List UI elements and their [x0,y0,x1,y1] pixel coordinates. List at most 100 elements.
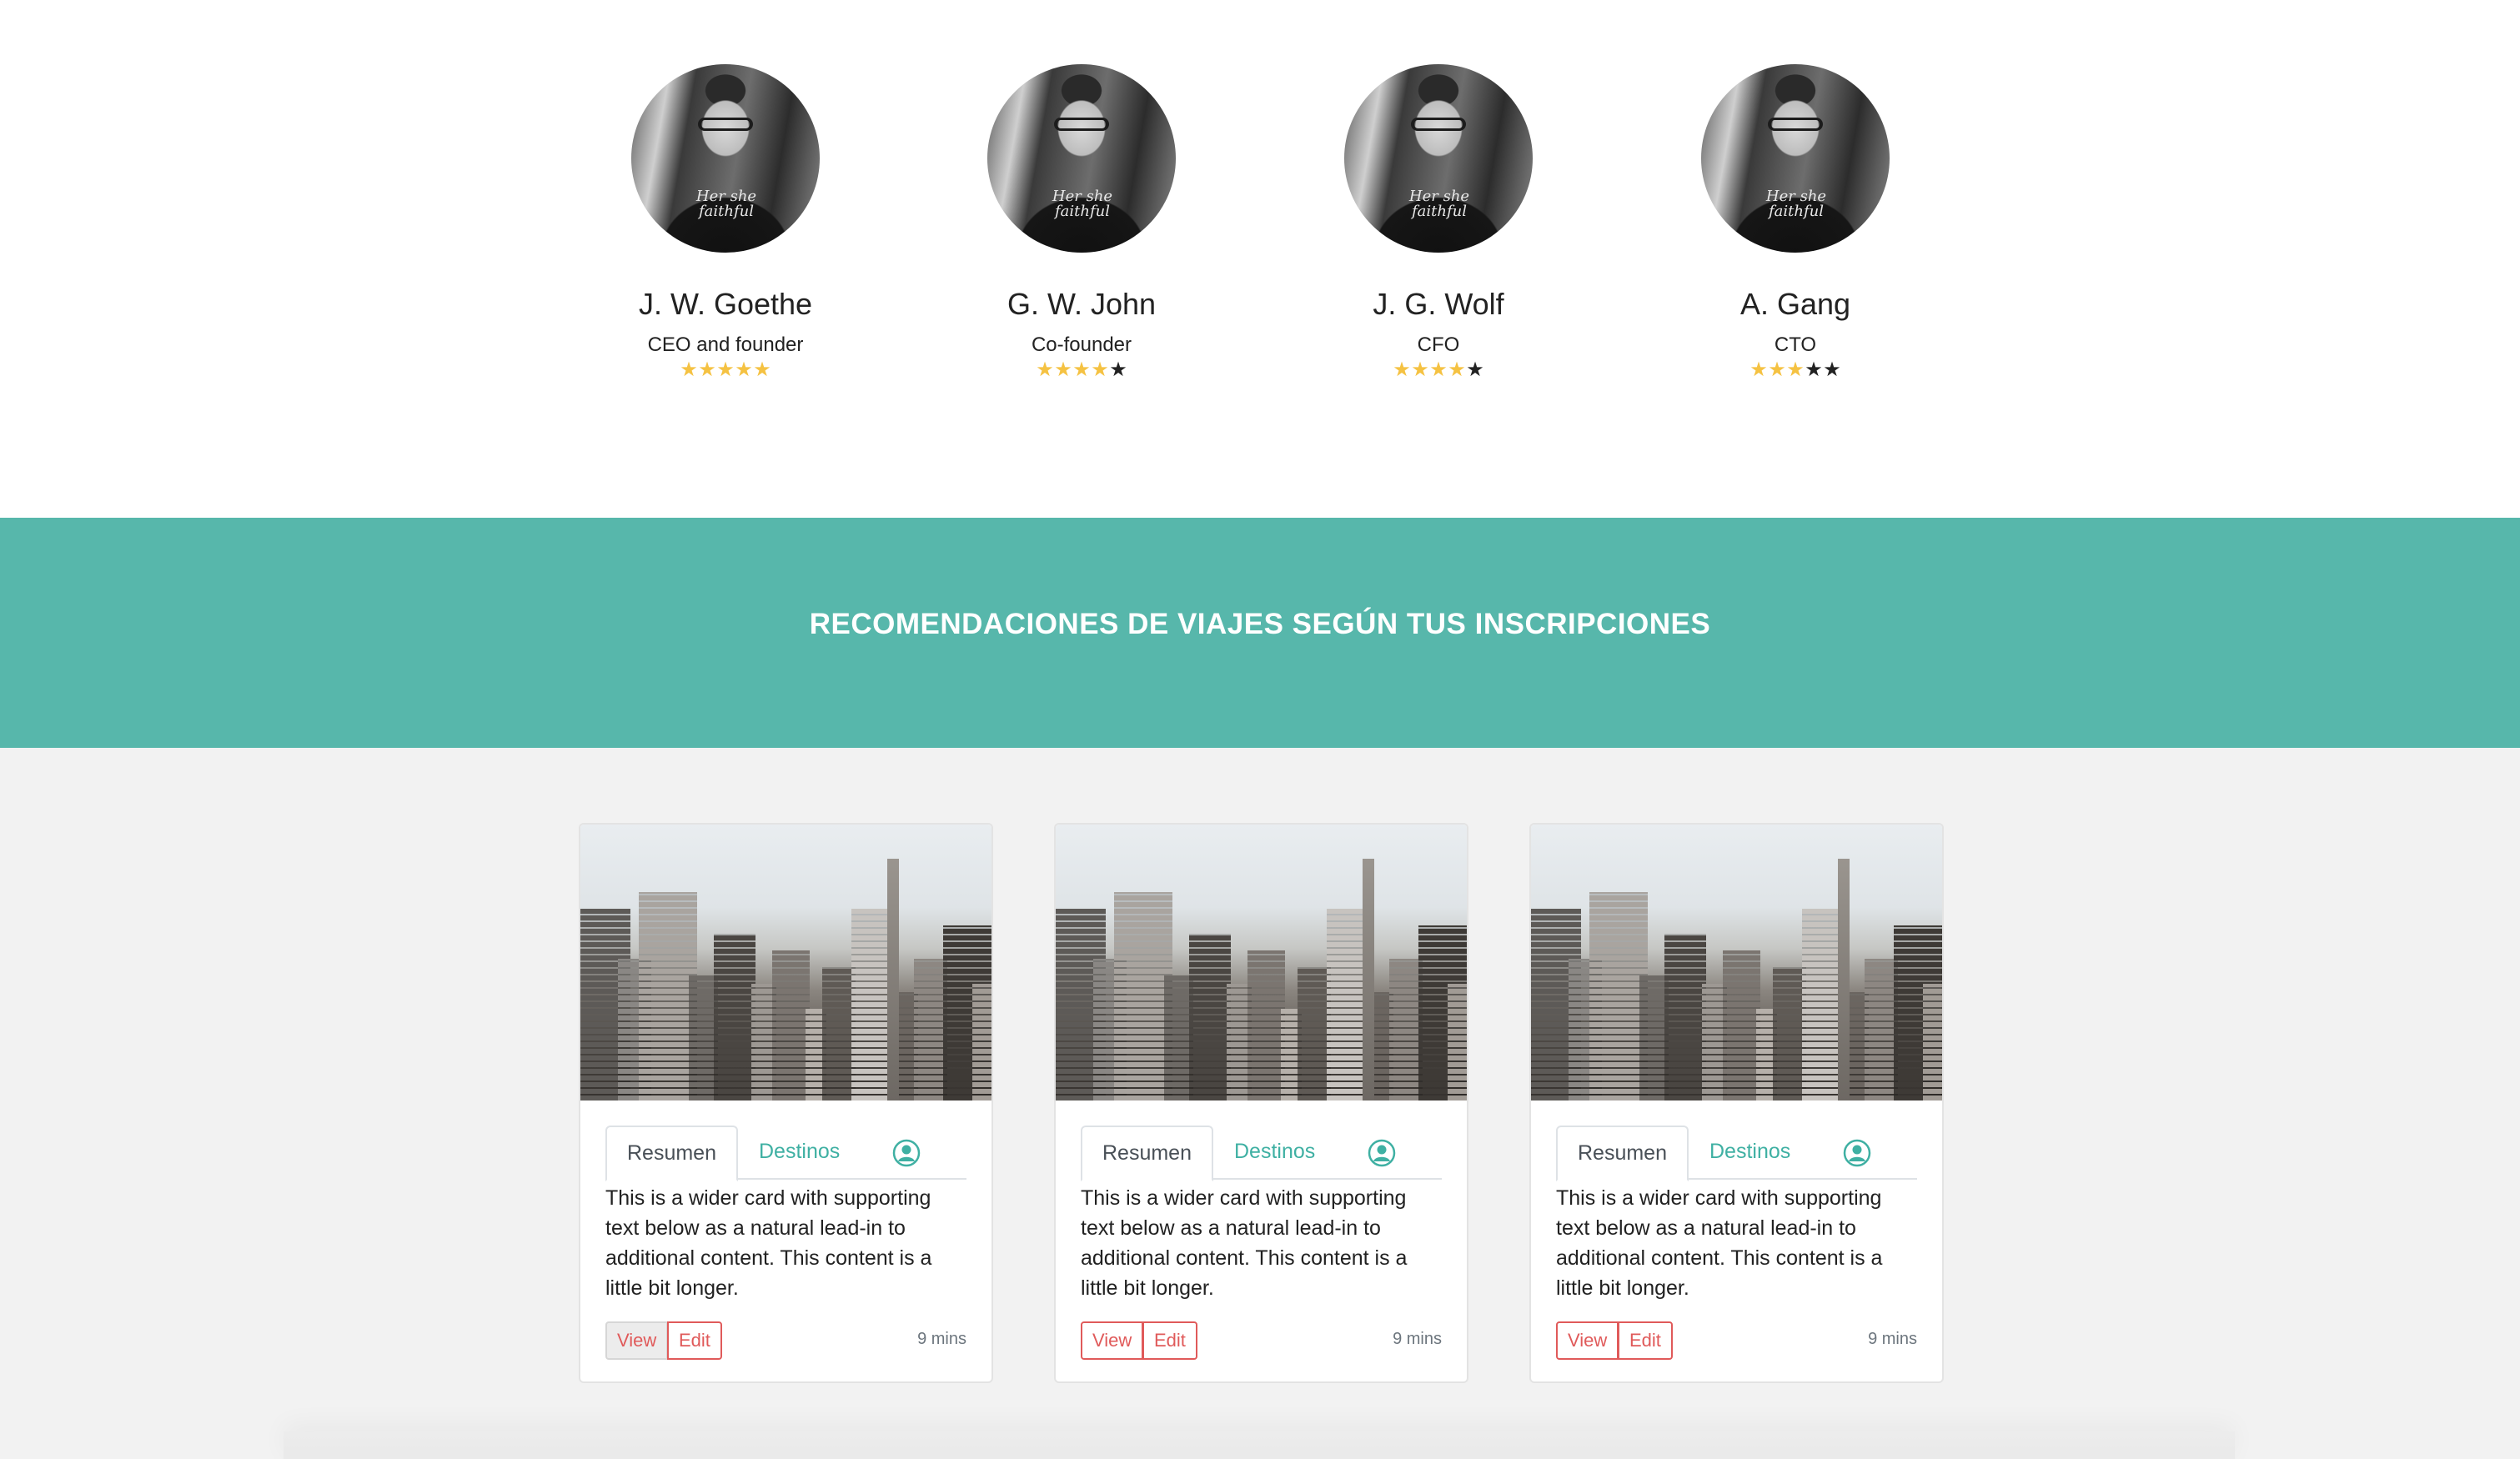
star-icon: ★ [1411,358,1429,381]
star-icon: ★ [1036,358,1054,381]
building-shape [1448,984,1467,1101]
member-avatar[interactable]: Her she faithful [1344,64,1533,253]
trip-card: Resumen Destinos This is a wider card wi… [579,823,993,1383]
member-role: Co-founder [1031,333,1132,356]
card-text: This is a wider card with supporting tex… [1081,1186,1408,1300]
tab-resumen[interactable]: Resumen [605,1126,738,1181]
member-avatar[interactable]: Her she faithful [631,64,820,253]
card-text: This is a wider card with supporting tex… [605,1186,932,1300]
member-name: G. W. John [1006,287,1157,321]
trip-card: Resumen Destinos This is a wider card wi… [1529,823,1944,1383]
building-shape [1664,934,1706,1101]
view-button[interactable]: View [1081,1321,1144,1360]
star-icon: ★ [1054,358,1072,381]
edit-button[interactable]: Edit [1142,1321,1197,1360]
tower-spire-shape [887,859,899,1101]
star-icon: ★ [716,358,735,381]
star-icon: ★ [1466,358,1484,381]
shirt-script: Her she faithful [1408,188,1470,220]
member-role: CTO [1774,333,1817,356]
card-tabs: Resumen Destinos [605,1126,966,1181]
building-shape [1389,959,1423,1101]
card-text: This is a wider card with supporting tex… [1556,1186,1883,1300]
member-name: A. Gang [1739,287,1851,321]
star-icon: ★ [680,358,698,381]
building-shape [1247,950,1285,1101]
tab-destinos[interactable]: Destinos [1689,1126,1810,1180]
star-icon: ★ [735,358,753,381]
building-shape [822,967,856,1101]
star-icon: ★ [1091,358,1109,381]
team-member: Her she faithful G. W. John Co-founder ★… [915,64,1248,381]
star-icon: ★ [1109,358,1127,381]
tower-spire-shape [1838,859,1850,1101]
glasses-shape [1768,118,1823,131]
building-shape [1923,984,1942,1101]
star-icon: ★ [753,358,771,381]
city-image [1531,825,1942,1101]
view-button[interactable]: View [605,1321,669,1360]
star-icon: ★ [1823,358,1841,381]
read-time: 9 mins [917,1330,966,1348]
banner-title: RECOMENDACIONES DE VIAJES SEGÚN TUS INSC… [809,608,1711,640]
star-icon: ★ [1072,358,1091,381]
user-circle-icon[interactable] [1368,1139,1396,1167]
shirt-script: Her she faithful [695,188,757,220]
glasses-shape [1054,118,1109,131]
edit-button[interactable]: Edit [1618,1321,1673,1360]
member-avatar[interactable]: Her she faithful [987,64,1176,253]
member-rating: ★★★★★ [1272,359,1605,381]
member-name: J. G. Wolf [1373,287,1504,321]
tab-resumen[interactable]: Resumen [1556,1126,1689,1181]
glasses-shape [698,118,753,131]
team-section: Her she faithful J. W. Goethe CEO and fo… [0,0,2520,518]
star-icon: ★ [1786,358,1805,381]
user-circle-icon[interactable] [892,1139,921,1167]
view-button[interactable]: View [1556,1321,1619,1360]
member-name: J. W. Goethe [638,287,813,321]
building-shape [772,950,810,1101]
building-shape [914,959,947,1101]
tab-destinos[interactable]: Destinos [739,1126,860,1180]
team-member: Her she faithful J. W. Goethe CEO and fo… [559,64,892,381]
tower-spire-shape [1363,859,1374,1101]
star-icon: ★ [1768,358,1786,381]
read-time: 9 mins [1393,1330,1442,1348]
glasses-shape [1411,118,1466,131]
star-icon: ★ [1749,358,1768,381]
recommendations-banner: RECOMENDACIONES DE VIAJES SEGÚN TUS INSC… [0,518,2520,748]
star-icon: ★ [698,358,716,381]
card-tabs: Resumen Destinos [1556,1126,1917,1181]
member-role: CFO [1417,333,1460,356]
building-shape [714,934,755,1101]
building-shape [1865,959,1898,1101]
building-shape [1298,967,1331,1101]
city-image [580,825,991,1101]
star-icon: ★ [1448,358,1466,381]
team-member: Her she faithful A. Gang CTO ★★★★★ [1629,64,1962,381]
edit-button[interactable]: Edit [667,1321,722,1360]
user-circle-icon[interactable] [1843,1139,1871,1167]
cards-section: Resumen Destinos This is a wider card wi… [0,748,2520,1459]
star-icon: ★ [1393,358,1411,381]
shirt-script: Her she faithful [1052,188,1113,220]
member-role: CEO and founder [647,333,804,356]
trip-card: Resumen Destinos This is a wider card wi… [1054,823,1468,1383]
member-avatar[interactable]: Her she faithful [1701,64,1890,253]
building-shape [1189,934,1231,1101]
card-tabs: Resumen Destinos [1081,1126,1442,1181]
tab-resumen[interactable]: Resumen [1081,1126,1213,1181]
team-member: Her she faithful J. G. Wolf CFO ★★★★★ [1272,64,1605,381]
member-rating: ★★★★★ [915,359,1248,381]
read-time: 9 mins [1868,1330,1917,1348]
member-rating: ★★★★★ [559,359,892,381]
building-shape [1773,967,1806,1101]
star-icon: ★ [1429,358,1448,381]
tab-destinos[interactable]: Destinos [1214,1126,1335,1180]
building-shape [1723,950,1760,1101]
city-image [1056,825,1467,1101]
star-icon: ★ [1805,358,1823,381]
section-footer-shadow [284,1431,2235,1459]
member-rating: ★★★★★ [1629,359,1962,381]
building-shape [972,984,991,1101]
